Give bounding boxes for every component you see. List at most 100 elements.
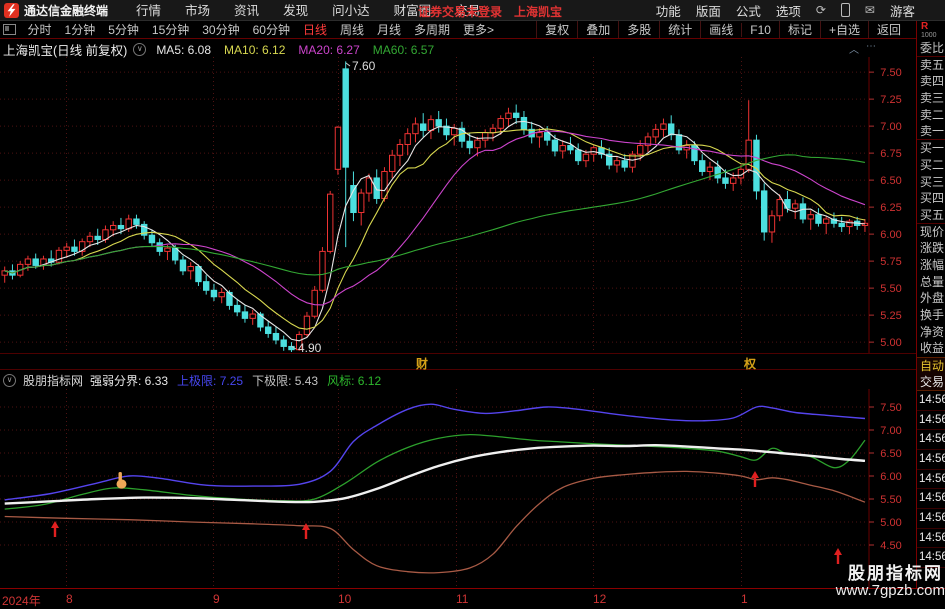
quote-row-委比: 委比	[917, 40, 945, 57]
panel-collapse-icon[interactable]: ︿	[849, 41, 859, 56]
period-30分钟[interactable]: 30分钟	[196, 21, 246, 38]
tick-time-row: 14:56	[917, 489, 945, 509]
svg-text:5.75: 5.75	[880, 256, 901, 268]
menu-item-发现[interactable]: 发现	[271, 4, 320, 18]
menu-item-版面[interactable]: 版面	[696, 1, 721, 20]
indicator-field-3: 风标: 6.12	[327, 374, 382, 388]
menubar-right: 功能 版面 公式 选项 ⟳ ✉ 游客	[656, 0, 915, 20]
period-更多>[interactable]: 更多>	[457, 21, 501, 38]
login-alert: 证券交易未登录 上海凯宝	[418, 3, 562, 20]
indicator-field-2: 下极限: 5.43	[252, 374, 319, 388]
svg-text:4.50: 4.50	[880, 540, 901, 552]
chevron-down-icon[interactable]: ∨	[133, 43, 147, 56]
period-多周期[interactable]: 多周期	[408, 21, 457, 38]
toolbar-button-叠加[interactable]: 叠加	[577, 21, 618, 38]
period-15分钟[interactable]: 15分钟	[145, 21, 195, 38]
svg-text:4.90: 4.90	[298, 341, 322, 353]
quote-row-卖二: 卖二	[920, 107, 945, 122]
period-分时[interactable]: 分时	[21, 21, 58, 38]
period-1分钟[interactable]: 1分钟	[58, 21, 102, 38]
event-marker-财[interactable]: 财	[416, 355, 428, 372]
menu-item-功能[interactable]: 功能	[656, 1, 681, 20]
refresh-icon[interactable]: ⟳	[816, 3, 826, 17]
month-label-2024年: 2024年	[2, 594, 41, 608]
svg-text:7.60: 7.60	[352, 59, 376, 73]
toolbar-button-统计[interactable]: 统计	[659, 21, 700, 38]
quote-sidebar: R 1000 委比 卖五 卖四 卖三 卖二 卖一 买一 买二 买三 买四 买五 现价 涨跌 涨幅 总量 外盘换…	[916, 21, 945, 588]
menu-item-问小达[interactable]: 问小达	[320, 4, 382, 18]
margin-badge: R 1000	[917, 21, 945, 40]
toolbar-button-+自选[interactable]: +自选	[819, 21, 868, 38]
tdx-logo-icon[interactable]	[4, 2, 19, 18]
quote-row-外盘: 外盘	[920, 291, 945, 306]
toolbar-button-标记[interactable]: 标记	[778, 21, 820, 38]
month-label-10: 10	[338, 592, 352, 606]
toolbar-button-画线[interactable]: 画线	[700, 21, 741, 38]
svg-text:6.00: 6.00	[880, 229, 901, 241]
tick-time-row: 14:56	[917, 411, 945, 431]
toolbar-button-多股[interactable]: 多股	[618, 21, 659, 38]
menu-item-行情[interactable]: 行情	[124, 4, 173, 18]
ma-label-2: MA20: 6.27	[298, 42, 360, 57]
indicator-values: 强弱分界: 6.33 上极限: 7.25 下极限: 5.43 风标: 6.12	[90, 372, 381, 389]
panel-menu-icon[interactable]: ⋯	[866, 41, 876, 56]
indicator-field-1: 上极限: 7.25	[177, 374, 244, 388]
period-60分钟[interactable]: 60分钟	[246, 21, 296, 38]
svg-text:7.25: 7.25	[880, 94, 901, 106]
quote-row-卖一: 卖一	[917, 123, 945, 141]
quote-row-卖五: 卖五	[920, 57, 945, 72]
quote-row-卖三: 卖三	[920, 91, 945, 106]
svg-text:5.00: 5.00	[880, 517, 901, 529]
menu-item-资讯[interactable]: 资讯	[222, 4, 271, 18]
menu-item-选项[interactable]: 选项	[776, 1, 801, 20]
period-buttons: 分时 1分钟 5分钟 15分钟 30分钟 60分钟 日线 周线 月线 多周期 更多>	[21, 21, 501, 38]
ma-label-3: MA60: 6.57	[372, 42, 435, 57]
svg-text:6.00: 6.00	[880, 471, 901, 483]
quote-row-净资: 净资	[920, 324, 945, 339]
toolbar-button-返回[interactable]: 返回	[867, 21, 909, 38]
watermark-site-url: www.7gpzb.com	[835, 582, 945, 599]
phone-icon[interactable]	[840, 3, 850, 17]
quote-row-现价: 现价	[920, 224, 945, 239]
indicator-field-0: 强弱分界: 6.33	[90, 374, 169, 388]
tick-time-row: 14:56	[917, 430, 945, 451]
current-stock-label[interactable]: 上海凯宝	[514, 3, 562, 20]
indicator-chevron-icon[interactable]: ∨	[3, 374, 16, 387]
quote-row-换手: 换手	[920, 308, 945, 322]
app-title: 通达信金融终端	[24, 3, 109, 18]
toolbar-button-F10[interactable]: F10	[741, 22, 779, 37]
svg-text:6.50: 6.50	[880, 175, 901, 187]
period-周线[interactable]: 周线	[333, 21, 370, 38]
month-label-1: 1	[741, 592, 748, 606]
panel-corner-icons[interactable]: ︿ ⋯	[849, 41, 876, 56]
indicator-chart[interactable]: 7.50 7.00 6.50 6.00 5.50 5.00 4.50	[0, 389, 916, 588]
mail-icon[interactable]: ✉	[865, 3, 875, 17]
layout-icon[interactable]	[3, 24, 16, 35]
auto-trade-自动[interactable]: 自动	[917, 357, 945, 375]
auto-trade-交易[interactable]: 交易	[917, 374, 945, 392]
svg-text:7.50: 7.50	[880, 67, 901, 79]
candlestick-chart[interactable]: 7.50 7.25 7.00 6.75 6.50 6.25 6.00 5.75 5.50 5.25…	[0, 57, 916, 353]
period-日线[interactable]: 日线	[296, 21, 333, 38]
period-月线[interactable]: 月线	[371, 21, 408, 38]
quote-row-卖四: 卖四	[920, 74, 945, 89]
user-label[interactable]: 游客	[890, 1, 915, 20]
toolbar-button-复权[interactable]: 复权	[536, 21, 577, 38]
menubar: 通达信金融终端 行情 市场 资讯 发现 问小达 财富圈 交易 证券交易未登录 上海凯宝 功能…	[0, 0, 945, 21]
svg-text:6.50: 6.50	[880, 448, 901, 460]
period-5分钟[interactable]: 5分钟	[102, 21, 146, 38]
svg-text:6.75: 6.75	[880, 148, 901, 160]
watermark-site-name: 股朋指标网	[848, 564, 943, 583]
svg-text:5.00: 5.00	[880, 337, 901, 349]
menu-item-公式[interactable]: 公式	[736, 1, 761, 20]
menu-item-市场[interactable]: 市场	[173, 4, 222, 18]
svg-text:7.00: 7.00	[880, 425, 901, 437]
tick-time-row: 14:56	[917, 509, 945, 529]
tick-time-row: 14:56	[917, 470, 945, 490]
event-marker-权[interactable]: 权	[744, 355, 756, 372]
login-alert-text: 证券交易未登录	[418, 5, 503, 19]
month-label-12: 12	[593, 592, 607, 606]
ma-legend: MA5: 6.08 MA10: 6.12 MA20: 6.27 MA60: 6.57	[156, 43, 434, 57]
quote-row-买二: 买二	[920, 157, 945, 172]
quote-row-收益: 收益	[920, 341, 945, 356]
